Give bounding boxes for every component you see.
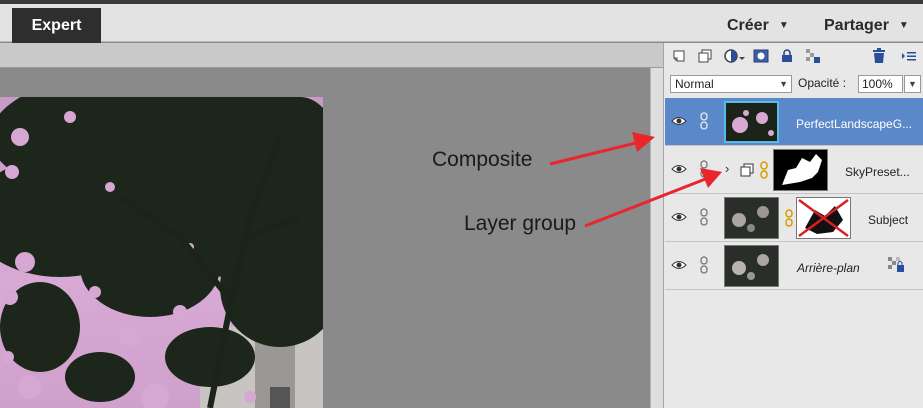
annotation-arrows — [549, 132, 722, 228]
arrow-to-composite — [549, 132, 655, 166]
arrow-to-layer-group — [584, 168, 722, 228]
